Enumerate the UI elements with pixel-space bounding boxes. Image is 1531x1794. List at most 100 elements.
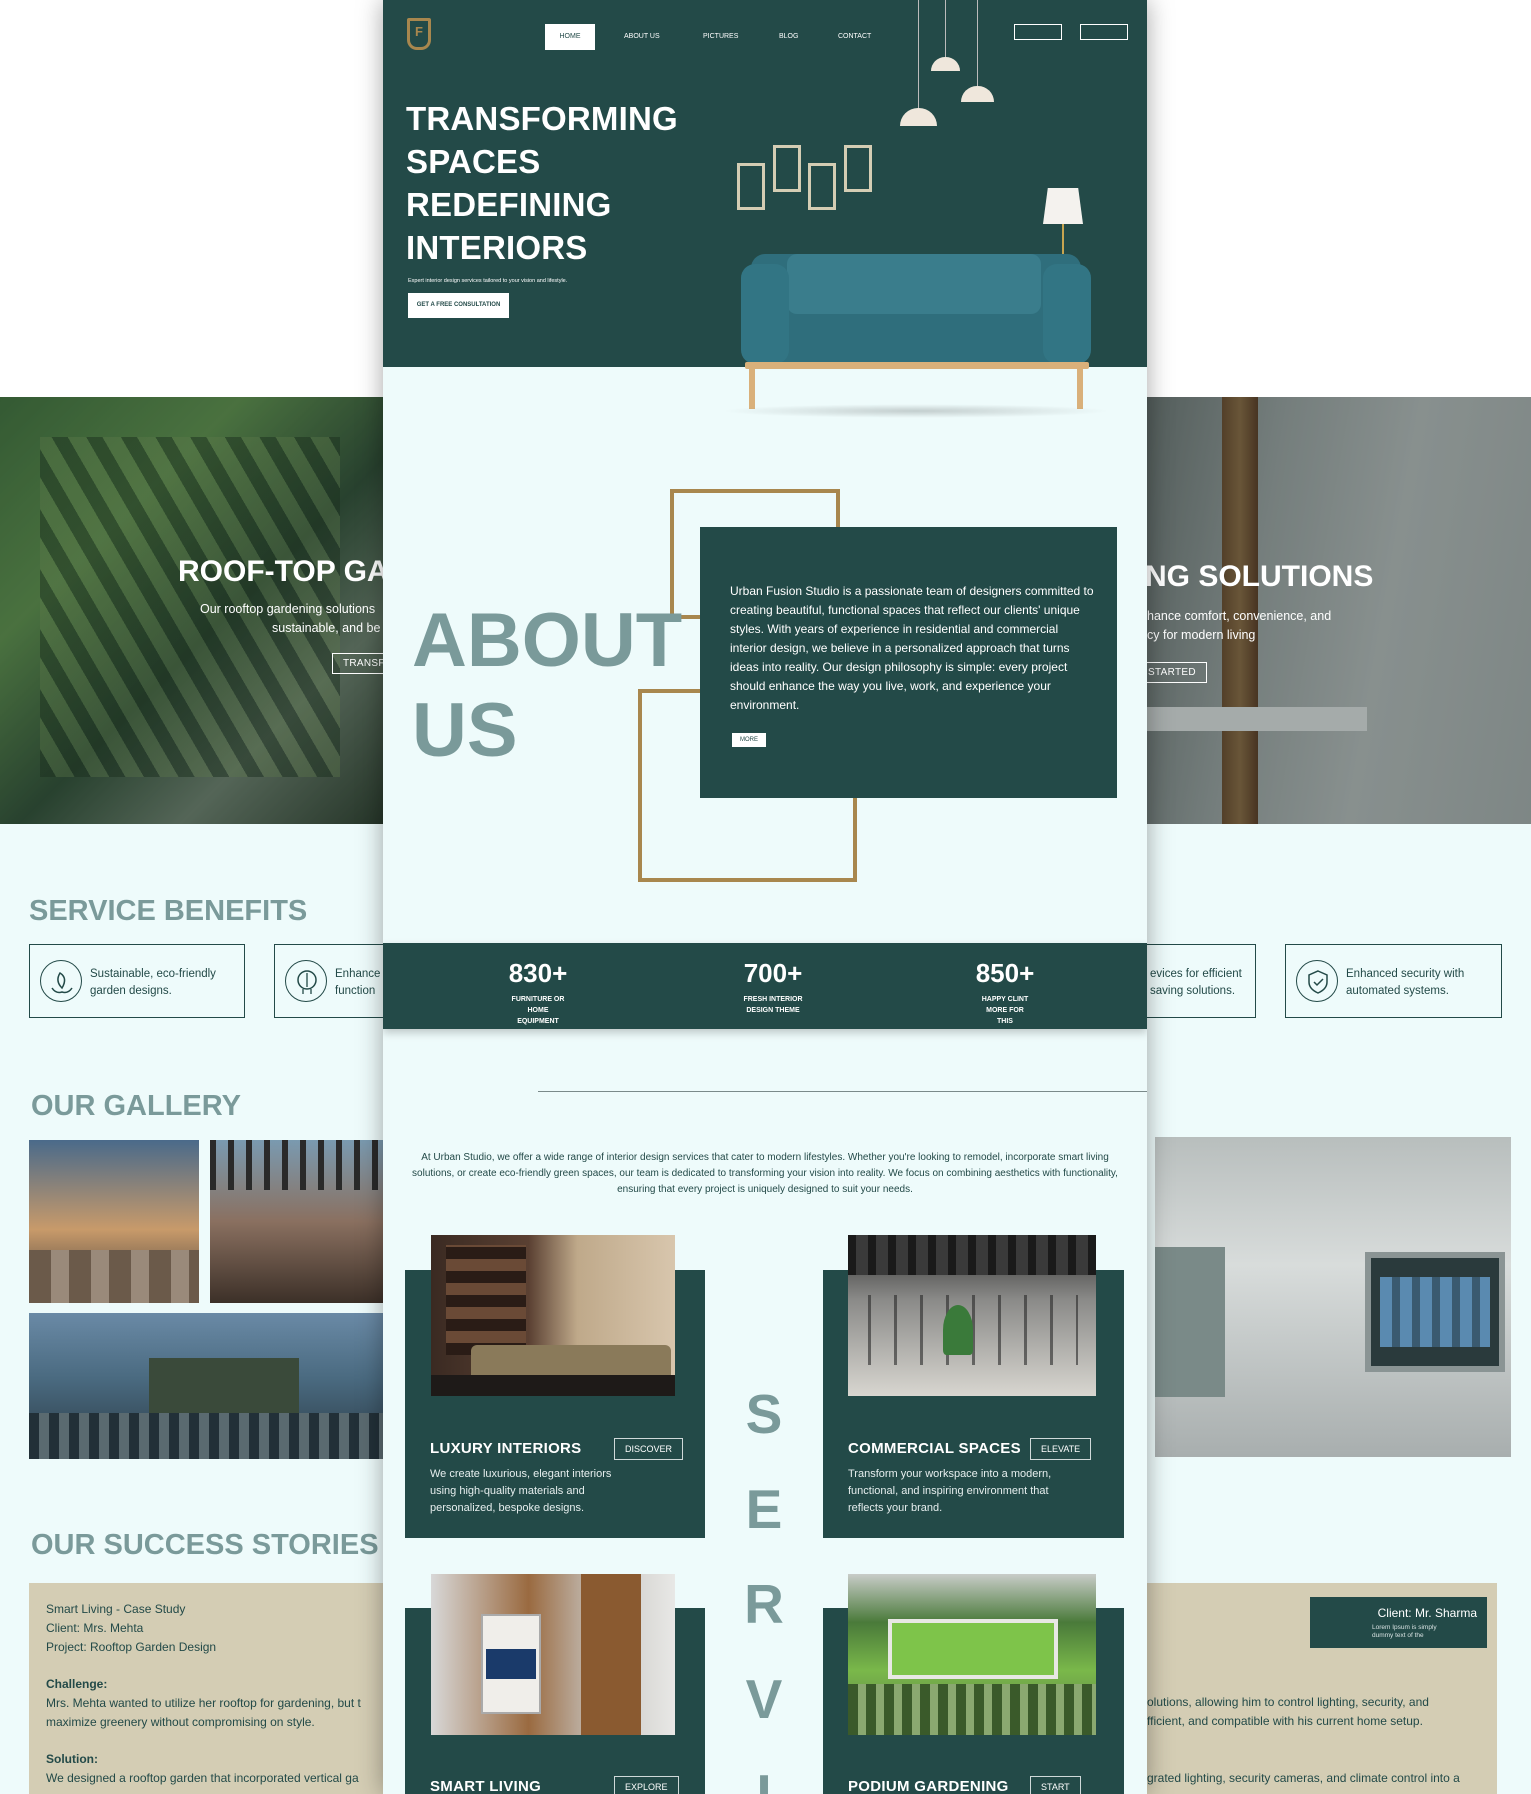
discover-button[interactable]: DISCOVER bbox=[614, 1438, 684, 1460]
sofa-image bbox=[721, 254, 1111, 418]
service-title: SMART LIVING bbox=[430, 1778, 542, 1794]
lamp-cord bbox=[977, 0, 978, 86]
left-page-preview: ROOF-TOP GA Our rooftop gardening soluti… bbox=[0, 397, 383, 1794]
pendant-lamp-icon bbox=[900, 108, 937, 126]
story-line: fficient, and compatible with his curren… bbox=[1147, 1714, 1423, 1728]
gallery-image[interactable] bbox=[29, 1313, 383, 1459]
vertical-letter: E bbox=[745, 1478, 783, 1540]
services-intro: At Urban Studio, we offer a wide range o… bbox=[412, 1152, 1118, 1195]
nav-home[interactable]: HOME bbox=[545, 24, 595, 50]
smart-hero-text-1: hance comfort, convenience, and bbox=[1147, 609, 1332, 623]
hero-title-line: INTERIORS bbox=[406, 229, 588, 266]
client-note: Lorem Ipsum is simply dummy text of the bbox=[1372, 1624, 1437, 1639]
rooftop-hero-title: ROOF-TOP GA bbox=[178, 555, 383, 588]
smart-hero-text-2: cy for modern living bbox=[1147, 628, 1256, 642]
main-page: F HOME ABOUT US PICTURES BLOG CONTACT TR… bbox=[383, 0, 1147, 1794]
picture-frame-icon bbox=[844, 145, 872, 192]
stats-bar: 830+ FURNITURE OR HOME EQUIPMENT 700+ FR… bbox=[383, 943, 1147, 1029]
stat-label: HAPPY CLINT MORE FOR THIS bbox=[981, 996, 1029, 1025]
smart-hero-button[interactable]: STARTED bbox=[1147, 662, 1207, 683]
about-card: Urban Fusion Studio is a passionate team… bbox=[700, 527, 1117, 798]
gallery-image[interactable] bbox=[210, 1140, 383, 1303]
nav-blog[interactable]: BLOG bbox=[779, 24, 798, 50]
smart-hero-title: NG SOLUTIONS bbox=[1147, 560, 1374, 593]
nav-about-us[interactable]: ABOUT US bbox=[624, 24, 660, 50]
benefits-heading: SERVICE BENEFITS bbox=[29, 895, 308, 927]
story-line: grated lighting, security cameras, and c… bbox=[1147, 1771, 1460, 1785]
story-solution-text: We designed a rooftop garden that incorp… bbox=[46, 1771, 359, 1785]
smart-home-gallery-image[interactable] bbox=[1155, 1137, 1511, 1457]
header-button[interactable] bbox=[1014, 24, 1062, 40]
pendant-lamp-icon bbox=[961, 86, 994, 102]
vertical-letter: R bbox=[744, 1573, 784, 1635]
benefit-text: Enhanced security with automated systems… bbox=[1346, 968, 1465, 997]
benefit-card: Sustainable, eco-friendly garden designs… bbox=[29, 944, 245, 1018]
about-heading-line: US bbox=[412, 688, 518, 773]
lamp-cord bbox=[945, 0, 946, 58]
success-stories-heading: OUR SUCCESS STORIES bbox=[31, 1529, 379, 1561]
picture-frame-icon bbox=[773, 145, 801, 192]
vertical-letter: V bbox=[745, 1668, 783, 1730]
about-heading-line: ABOUT bbox=[412, 598, 683, 683]
benefit-card: Enhanced security with automated systems… bbox=[1285, 944, 1502, 1018]
right-page-preview: NG SOLUTIONS hance comfort, convenience,… bbox=[1147, 397, 1531, 1794]
success-story-card: Client: Mr. Sharma Lorem Ipsum is simply… bbox=[1147, 1583, 1497, 1794]
stat-number: 830+ bbox=[508, 958, 568, 988]
gallery-image[interactable] bbox=[29, 1140, 199, 1303]
hero-title-line: SPACES bbox=[406, 143, 541, 180]
luxury-interior-image bbox=[431, 1235, 675, 1396]
elevate-button[interactable]: ELEVATE bbox=[1030, 1438, 1092, 1460]
vertical-letter: I bbox=[756, 1763, 772, 1794]
free-consultation-button[interactable]: GET A FREE CONSULTATION bbox=[408, 293, 509, 318]
start-button[interactable]: START bbox=[1030, 1776, 1081, 1794]
service-desc: We create luxurious, elegant interiors u… bbox=[430, 1468, 612, 1514]
story-line: olutions, allowing him to control lighti… bbox=[1147, 1695, 1429, 1709]
service-title: PODIUM GARDENING bbox=[848, 1778, 1009, 1794]
header-button[interactable] bbox=[1080, 24, 1128, 40]
shield-check-icon bbox=[1296, 960, 1338, 1002]
podium-garden-image bbox=[848, 1574, 1096, 1735]
explore-button[interactable]: EXPLORE bbox=[614, 1776, 679, 1794]
stat-label: FRESH INTERIOR DESIGN THEME bbox=[743, 996, 803, 1014]
story-title: Smart Living - Case Study bbox=[46, 1602, 186, 1616]
vertical-letter: S bbox=[745, 1383, 783, 1445]
hero-subtitle: Expert interior design services tailored… bbox=[408, 278, 568, 284]
stat-number: 850+ bbox=[975, 958, 1035, 988]
client-badge: Client: Mr. Sharma Lorem Ipsum is simply… bbox=[1310, 1597, 1487, 1648]
story-solution-label: Solution: bbox=[46, 1752, 98, 1766]
benefit-card: evices for efficient saving solutions. bbox=[1147, 944, 1256, 1018]
story-challenge-line: maximize greenery without compromising o… bbox=[46, 1715, 315, 1729]
hero-title: TRANSFORMING SPACES REDEFINING INTERIORS bbox=[406, 97, 678, 269]
divider-line bbox=[538, 1091, 1147, 1092]
benefit-card: Enhance function bbox=[274, 944, 383, 1018]
about-heading: ABOUT US bbox=[412, 596, 682, 776]
story-challenge-label: Challenge: bbox=[46, 1677, 108, 1691]
nav-pictures[interactable]: PICTURES bbox=[703, 24, 738, 50]
eco-hands-icon bbox=[40, 960, 82, 1002]
about-more-button[interactable]: MORE bbox=[732, 733, 766, 747]
nav-contact[interactable]: CONTACT bbox=[838, 24, 871, 50]
hero-title-line: TRANSFORMING bbox=[406, 100, 678, 137]
story-project: Project: Rooftop Garden Design bbox=[46, 1640, 217, 1654]
rooftop-hero-text-2: sustainable, and be bbox=[272, 621, 381, 635]
services-vertical-heading: S E R V I bbox=[738, 1367, 790, 1794]
service-desc: Transform your workspace into a modern, … bbox=[848, 1468, 1052, 1514]
brain-circuit-icon bbox=[285, 960, 327, 1002]
rooftop-hero-button[interactable]: TRANSFO bbox=[332, 653, 383, 674]
stat-number: 700+ bbox=[743, 958, 803, 988]
service-title: COMMERCIAL SPACES bbox=[848, 1440, 1021, 1457]
benefit-text: evices for efficient saving solutions. bbox=[1150, 968, 1242, 997]
pendant-lamp-icon bbox=[931, 57, 960, 71]
story-challenge-line: Mrs. Mehta wanted to utilize her rooftop… bbox=[46, 1696, 361, 1710]
success-story-card: Smart Living - Case Study Client: Mrs. M… bbox=[29, 1583, 383, 1794]
rooftop-hero-text-1: Our rooftop gardening solutions bbox=[200, 602, 376, 616]
smart-living-image bbox=[431, 1574, 675, 1735]
brand-logo[interactable]: F bbox=[407, 18, 431, 50]
story-client: Client: Mrs. Mehta bbox=[46, 1621, 144, 1635]
benefit-text: Sustainable, eco-friendly garden designs… bbox=[90, 968, 216, 997]
lamp-cord bbox=[918, 0, 919, 108]
about-body: Urban Fusion Studio is a passionate team… bbox=[730, 584, 1094, 712]
commercial-space-image bbox=[848, 1235, 1096, 1396]
floor-lamp-icon bbox=[1043, 188, 1083, 224]
benefit-text: Enhance function bbox=[335, 968, 381, 997]
